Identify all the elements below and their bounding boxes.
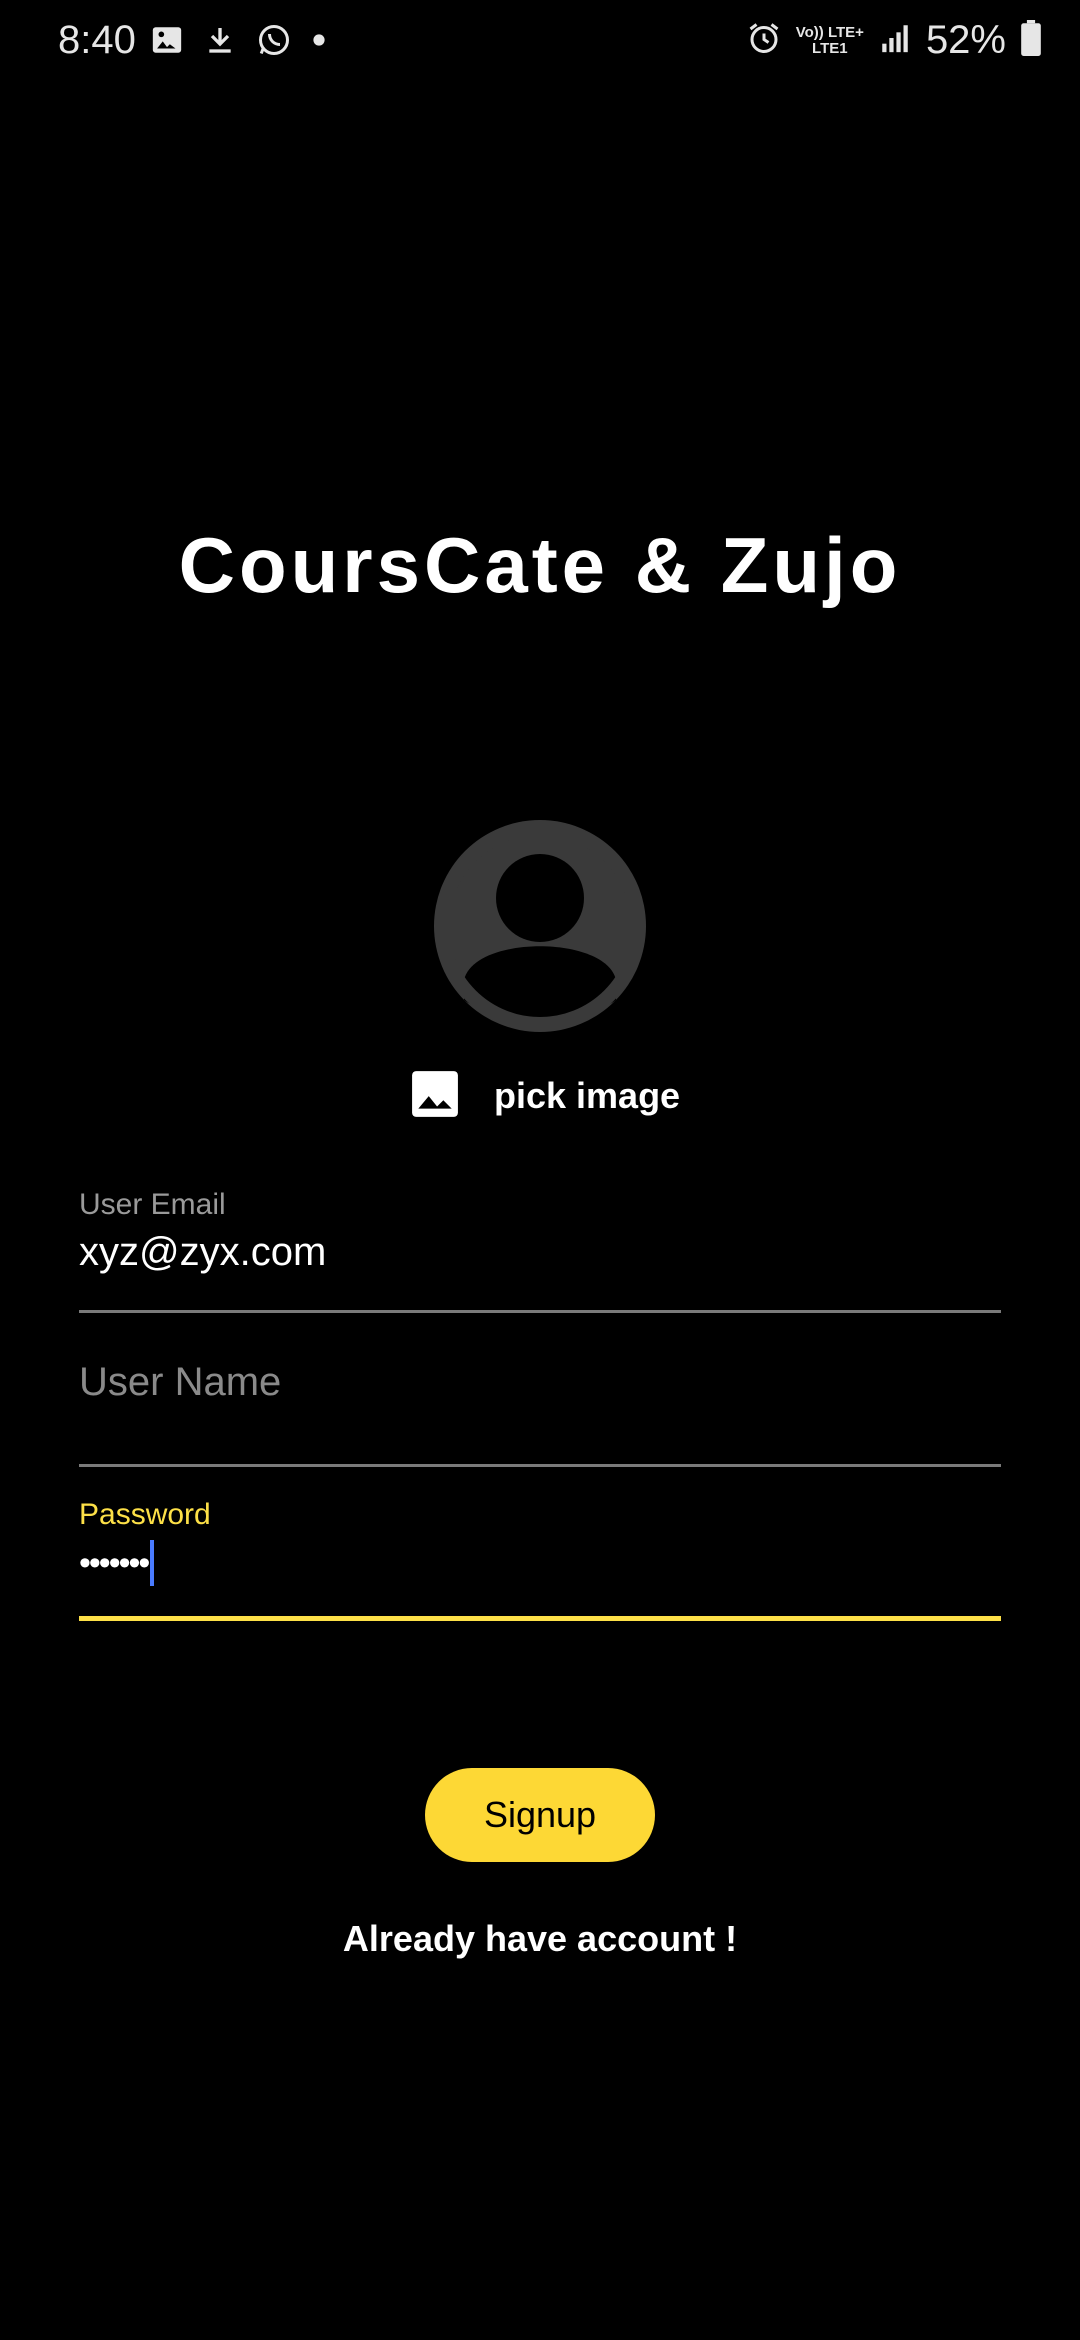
avatar[interactable]: [434, 820, 646, 1032]
signup-button[interactable]: Signup: [425, 1768, 655, 1862]
image-icon: [410, 1069, 460, 1124]
username-field[interactable]: User Name: [79, 1360, 1001, 1470]
status-right: Vo)) LTE+ LTE1 52%: [746, 18, 1042, 63]
person-icon: [434, 821, 646, 1032]
username-placeholder[interactable]: User Name: [79, 1360, 1001, 1405]
network-bottom-label: LTE1: [812, 39, 848, 57]
password-value-row[interactable]: •••••••: [79, 1540, 1001, 1586]
email-value[interactable]: xyz@zyx.com: [79, 1230, 1001, 1275]
status-time: 8:40: [58, 18, 136, 62]
login-link[interactable]: Already have account !: [0, 1918, 1080, 1960]
battery-percent: 52%: [925, 18, 1006, 62]
download-icon: [204, 23, 236, 62]
status-bar: 8:40 Vo)) LTE+ LTE1 52%: [0, 0, 1080, 84]
gallery-icon: [150, 23, 184, 62]
app-title: CoursCate & Zujo: [178, 521, 902, 609]
email-field[interactable]: User Email xyz@zyx.com: [79, 1188, 1001, 1313]
pick-image-button[interactable]: pick image: [410, 1066, 680, 1126]
dot-icon: [312, 33, 326, 52]
username-underline: [79, 1464, 1001, 1467]
network-top-label: Vo)) LTE+: [795, 23, 864, 41]
battery-icon: [1020, 20, 1042, 61]
network-indicator: Vo)) LTE+ LTE1: [795, 23, 864, 57]
whatsapp-icon: [256, 22, 292, 63]
password-underline: [79, 1616, 1001, 1621]
email-underline: [79, 1310, 1001, 1313]
notification-icons: [150, 22, 326, 63]
email-label: User Email: [79, 1188, 226, 1221]
password-field[interactable]: Password •••••••: [79, 1498, 1001, 1623]
text-cursor: [150, 1540, 155, 1586]
password-value[interactable]: •••••••: [79, 1544, 150, 1583]
password-label: Password: [79, 1498, 211, 1531]
pick-image-label: pick image: [494, 1075, 681, 1116]
signal-icon: [878, 21, 912, 60]
alarm-icon: [746, 20, 782, 61]
